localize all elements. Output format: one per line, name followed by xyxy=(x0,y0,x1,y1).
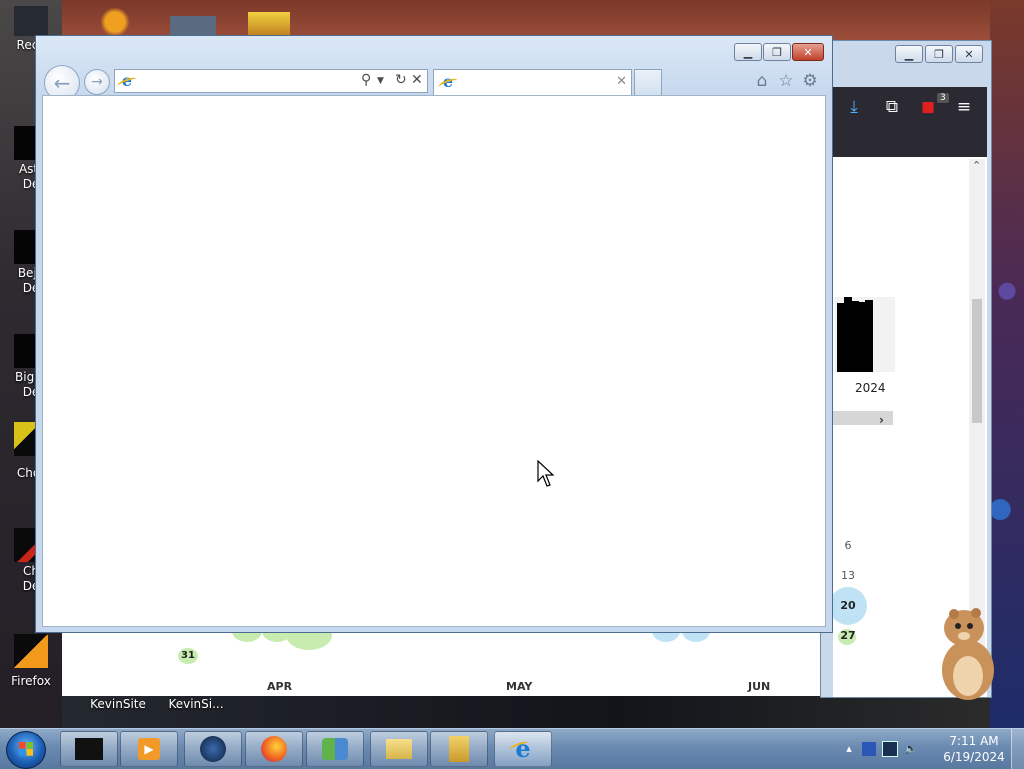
hamster-mascot xyxy=(942,608,994,700)
stop-icon[interactable]: ✕ xyxy=(411,72,423,88)
ie-maximize-button[interactable]: ❐ xyxy=(763,43,791,61)
close-icon: ✕ xyxy=(964,47,974,61)
picture-folder-icon xyxy=(386,739,412,759)
recycle-bin-icon xyxy=(14,6,48,36)
month-label-jun: JUN xyxy=(748,680,771,693)
restore-icon: ❐ xyxy=(772,45,782,59)
browser-tab[interactable]: e ✕ xyxy=(433,69,632,95)
taskbar-people-app[interactable] xyxy=(306,731,364,767)
desktop-icon-firefox[interactable]: Firefox xyxy=(0,634,62,689)
month-label-may: MAY xyxy=(506,680,533,693)
taskbar-firefox[interactable] xyxy=(245,731,303,767)
calendar-day-31[interactable]: 31 xyxy=(178,648,198,664)
calendar-day-27[interactable]: 27 xyxy=(835,629,861,642)
scroll-up-icon[interactable]: ⌃ xyxy=(972,159,981,172)
ff-close-button[interactable]: ✕ xyxy=(955,45,983,63)
black-app-icon xyxy=(75,738,103,760)
favorites-icon[interactable]: ☆ xyxy=(776,71,796,91)
ublock-icon[interactable]: ◼ xyxy=(917,97,939,117)
taskbar-picture-folder[interactable] xyxy=(370,731,428,767)
taskbar-app-black[interactable] xyxy=(60,731,118,767)
search-dropdown-icon[interactable]: ▼ xyxy=(377,76,384,86)
taskbar-internet-explorer[interactable]: e xyxy=(494,731,552,767)
internet-explorer-window: ▁ ❐ ✕ ← → e ⚲ ▼ ↻ ✕ e ✕ ⌂ ☆ ⚙ xyxy=(35,35,833,633)
taskbar-folder[interactable] xyxy=(430,731,488,767)
circle-app-icon xyxy=(200,736,226,762)
chart-bar xyxy=(865,300,873,372)
hamburger-menu-icon[interactable]: ≡ xyxy=(953,97,975,117)
taskbar-media-player[interactable]: ▶ xyxy=(120,731,178,767)
minimize-icon: ▁ xyxy=(904,47,914,61)
network-icon[interactable] xyxy=(882,741,898,757)
tab-close-icon[interactable]: ✕ xyxy=(616,74,627,89)
search-icon[interactable]: ⚲ xyxy=(361,72,371,88)
clock[interactable]: 7:11 AM 6/19/2024 xyxy=(942,733,1006,765)
volume-icon[interactable]: 🔈 xyxy=(904,742,918,756)
forward-button[interactable]: → xyxy=(84,69,110,95)
calendar-day-13[interactable]: 13 xyxy=(835,569,861,582)
new-tab-button[interactable] xyxy=(634,69,662,95)
horizontal-scrollbar[interactable] xyxy=(833,411,893,425)
ff-minimize-button[interactable]: ▁ xyxy=(895,45,923,63)
ie-minimize-button[interactable]: ▁ xyxy=(734,43,762,61)
ff-maximize-button[interactable]: ❐ xyxy=(925,45,953,63)
folder-icon xyxy=(248,12,290,36)
ff-caption-buttons: ▁ ❐ ✕ xyxy=(895,45,983,63)
firefox-icon xyxy=(261,736,287,762)
tray-app-icon[interactable] xyxy=(862,742,876,756)
desktop-icon-label: Firefox xyxy=(11,674,51,688)
desktop-icon-kevinsite[interactable]: KevinSite xyxy=(88,697,148,711)
show-desktop-button[interactable] xyxy=(1011,729,1024,769)
desktop-top-icon xyxy=(170,16,216,36)
ie-page-icon: e xyxy=(119,73,135,89)
downloads-icon[interactable]: ⤓ xyxy=(843,97,865,117)
folder-icon xyxy=(449,736,469,762)
people-app-icon xyxy=(322,738,348,760)
calendar-day-6[interactable]: 6 xyxy=(835,539,861,552)
ie-page-content[interactable] xyxy=(42,95,826,627)
scrollbar-thumb[interactable] xyxy=(972,299,982,423)
start-button[interactable] xyxy=(6,731,46,769)
firefox-desktop-icon xyxy=(14,634,48,668)
system-tray: ▴ 🔈 xyxy=(842,729,918,769)
desktop-icon-label: KevinSi... xyxy=(168,697,224,711)
activity-bar-chart xyxy=(835,297,895,372)
desktop-icon-kevinsite-2[interactable]: KevinSi... xyxy=(166,697,226,711)
extension-count-badge: 3 xyxy=(937,93,949,103)
home-icon[interactable]: ⌂ xyxy=(752,71,772,91)
minimize-icon: ▁ xyxy=(743,45,753,59)
show-hidden-icons-icon[interactable]: ▴ xyxy=(842,742,856,756)
media-player-icon: ▶ xyxy=(138,738,160,760)
rooster-icon xyxy=(95,8,135,36)
firefox-window: ▁ ❐ ✕ ⤓ ⧉ ◼ 3 ≡ 2024 › 6 13 20 27 ⌃ xyxy=(820,40,992,698)
taskbar: ▶ e ▴ 🔈 7:11 AM 6/19/2024 xyxy=(0,728,1024,769)
clock-date: 6/19/2024 xyxy=(943,750,1005,764)
internet-explorer-icon: e xyxy=(511,737,535,761)
year-label: 2024 xyxy=(855,381,886,395)
desktop-icon-label: KevinSite xyxy=(90,697,146,711)
address-bar[interactable]: e ⚲ ▼ ↻ ✕ xyxy=(114,69,428,93)
ie-close-button[interactable]: ✕ xyxy=(792,43,824,61)
calendar-day-20[interactable]: 20 xyxy=(835,599,861,612)
taskbar-circle-app[interactable] xyxy=(184,731,242,767)
ie-caption-buttons: ▁ ❐ ✕ xyxy=(734,43,824,61)
back-icon: ← xyxy=(53,71,71,95)
month-label-apr: APR xyxy=(267,680,293,693)
address-input[interactable] xyxy=(141,72,359,92)
firefox-toolbar: ⤓ ⧉ ◼ 3 ≡ xyxy=(833,87,987,157)
mouse-cursor-icon xyxy=(537,460,555,487)
ie-tab-icon: e xyxy=(440,74,456,90)
calendar-strip: 31 APR MAY JUN xyxy=(62,620,832,696)
clock-time: 7:11 AM xyxy=(949,734,999,748)
forward-icon: → xyxy=(91,74,103,90)
tools-gear-icon[interactable]: ⚙ xyxy=(800,71,820,91)
extensions-icon[interactable]: ⧉ xyxy=(881,97,903,117)
close-icon: ✕ xyxy=(803,45,813,59)
scroll-right-icon[interactable]: › xyxy=(879,413,884,427)
restore-icon: ❐ xyxy=(934,47,944,61)
refresh-icon[interactable]: ↻ xyxy=(395,72,407,88)
